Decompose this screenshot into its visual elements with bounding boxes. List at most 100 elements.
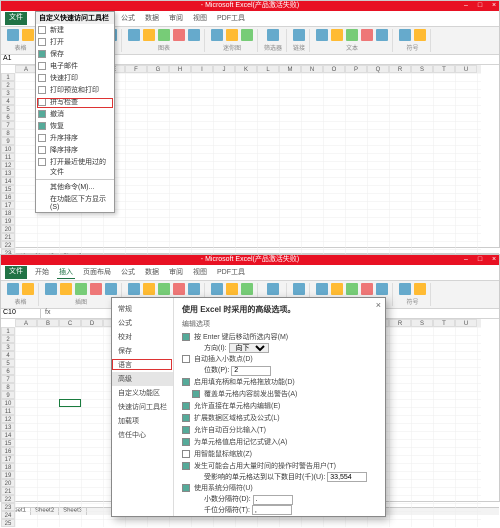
ribbon-button[interactable] xyxy=(361,29,373,41)
option-row[interactable]: 扩展数据区域格式及公式(L) xyxy=(182,412,377,424)
tab-审阅[interactable]: 审阅 xyxy=(167,266,185,279)
tab-开始[interactable]: 开始 xyxy=(33,266,51,279)
ribbon-button[interactable] xyxy=(105,283,117,295)
row-header[interactable]: 12 xyxy=(1,161,15,169)
row-header[interactable]: 5 xyxy=(1,105,15,113)
ribbon-button[interactable] xyxy=(143,283,155,295)
options-category[interactable]: 加载项 xyxy=(112,414,173,428)
row-header[interactable]: 6 xyxy=(1,367,15,375)
row-header[interactable]: 7 xyxy=(1,375,15,383)
row-header[interactable]: 19 xyxy=(1,217,15,225)
tab-插入[interactable]: 插入 xyxy=(57,266,75,279)
col-header[interactable]: H xyxy=(169,65,191,73)
col-header[interactable]: I xyxy=(191,65,213,73)
col-header[interactable]: L xyxy=(257,65,279,73)
ribbon-button[interactable] xyxy=(188,29,200,41)
option-input[interactable] xyxy=(252,505,292,515)
ribbon-button[interactable] xyxy=(22,283,34,295)
ribbon-button[interactable] xyxy=(226,283,238,295)
row-header[interactable]: 12 xyxy=(1,415,15,423)
ribbon-button[interactable] xyxy=(346,29,358,41)
col-header[interactable]: F xyxy=(125,65,147,73)
minimize-icon[interactable]: – xyxy=(461,255,471,265)
row-header[interactable]: 16 xyxy=(1,193,15,201)
ribbon-button[interactable] xyxy=(22,29,34,41)
option-row[interactable]: 按 Enter 键后移动所选内容(M) xyxy=(182,331,377,343)
tab-file[interactable]: 文件 xyxy=(5,12,27,25)
col-header[interactable]: Q xyxy=(367,65,389,73)
menu-item[interactable]: 升序排序 xyxy=(36,132,114,144)
row-header[interactable]: 25 xyxy=(1,519,15,527)
col-header[interactable]: S xyxy=(411,65,433,73)
row-header[interactable]: 8 xyxy=(1,383,15,391)
tab-审阅[interactable]: 审阅 xyxy=(167,12,185,25)
ribbon-button[interactable] xyxy=(331,283,343,295)
ribbon-button[interactable] xyxy=(75,283,87,295)
row-header[interactable]: 9 xyxy=(1,391,15,399)
close-icon[interactable]: × xyxy=(489,1,499,11)
row-header[interactable]: 18 xyxy=(1,463,15,471)
ribbon-button[interactable] xyxy=(241,283,253,295)
row-header[interactable]: 22 xyxy=(1,241,15,249)
ribbon-button[interactable] xyxy=(173,29,185,41)
col-header[interactable]: S xyxy=(411,319,433,327)
row-header[interactable]: 4 xyxy=(1,351,15,359)
option-row[interactable]: 启用填充柄和单元格拖放功能(D) xyxy=(182,376,377,388)
row-header[interactable]: 17 xyxy=(1,201,15,209)
col-header[interactable]: B xyxy=(37,319,59,327)
row-header[interactable]: 11 xyxy=(1,153,15,161)
ribbon-button[interactable] xyxy=(7,29,19,41)
options-category[interactable]: 自定义功能区 xyxy=(112,386,173,400)
tab-数据[interactable]: 数据 xyxy=(143,266,161,279)
maximize-icon[interactable]: □ xyxy=(475,1,485,11)
col-header[interactable]: R xyxy=(389,65,411,73)
ribbon-button[interactable] xyxy=(158,29,170,41)
row-header[interactable]: 20 xyxy=(1,479,15,487)
menu-item[interactable]: 新建 xyxy=(36,24,114,36)
tab-数据[interactable]: 数据 xyxy=(143,12,161,25)
col-header[interactable]: J xyxy=(213,65,235,73)
col-header[interactable]: R xyxy=(389,319,411,327)
row-header[interactable]: 1 xyxy=(1,73,15,81)
row-header[interactable]: 14 xyxy=(1,431,15,439)
menu-more-commands[interactable]: 其他命令(M)... xyxy=(36,181,114,193)
option-input[interactable] xyxy=(231,366,271,376)
menu-item[interactable]: 撤消 xyxy=(36,108,114,120)
row-header[interactable]: 9 xyxy=(1,137,15,145)
ribbon-button[interactable] xyxy=(361,283,373,295)
row-header[interactable]: 3 xyxy=(1,343,15,351)
option-row[interactable]: 方向(I): 向下 xyxy=(182,343,377,353)
tab-视图[interactable]: 视图 xyxy=(191,12,209,25)
option-row[interactable]: 使用系统分隔符(U) xyxy=(182,482,377,494)
ribbon-button[interactable] xyxy=(346,283,358,295)
tab-页面布局[interactable]: 页面布局 xyxy=(81,266,113,279)
option-row[interactable]: 用智能鼠标缩放(Z) xyxy=(182,448,377,460)
menu-below-ribbon[interactable]: 在功能区下方显示(S) xyxy=(36,193,114,212)
name-box[interactable]: C10 xyxy=(1,309,41,318)
option-row[interactable]: 发生可能会占用大量时间的操作时警告用户(T) xyxy=(182,460,377,472)
option-row[interactable]: 受影响的单元格达到以下数目时(千)(U): xyxy=(182,472,377,483)
row-header[interactable]: 10 xyxy=(1,145,15,153)
ribbon-button[interactable] xyxy=(90,283,102,295)
ribbon-button[interactable] xyxy=(45,283,57,295)
option-row[interactable]: 为单元格值启用记忆式键入(A) xyxy=(182,436,377,448)
options-category[interactable]: 高级 xyxy=(112,372,173,386)
row-header[interactable]: 6 xyxy=(1,113,15,121)
options-category[interactable]: 校对 xyxy=(112,330,173,344)
col-header[interactable]: G xyxy=(147,65,169,73)
tab-公式[interactable]: 公式 xyxy=(119,266,137,279)
row-header[interactable]: 7 xyxy=(1,121,15,129)
row-header[interactable]: 1 xyxy=(1,327,15,335)
row-header[interactable]: 17 xyxy=(1,455,15,463)
ribbon-button[interactable] xyxy=(267,29,279,41)
dialog-close-icon[interactable]: × xyxy=(376,300,381,310)
row-header[interactable]: 11 xyxy=(1,407,15,415)
ribbon-button[interactable] xyxy=(211,29,223,41)
row-header[interactable]: 14 xyxy=(1,177,15,185)
menu-item[interactable]: 电子邮件 xyxy=(36,60,114,72)
ribbon-button[interactable] xyxy=(60,283,72,295)
row-header[interactable]: 15 xyxy=(1,439,15,447)
menu-item[interactable]: 打开 xyxy=(36,36,114,48)
tab-公式[interactable]: 公式 xyxy=(119,12,137,25)
row-header[interactable]: 24 xyxy=(1,511,15,519)
